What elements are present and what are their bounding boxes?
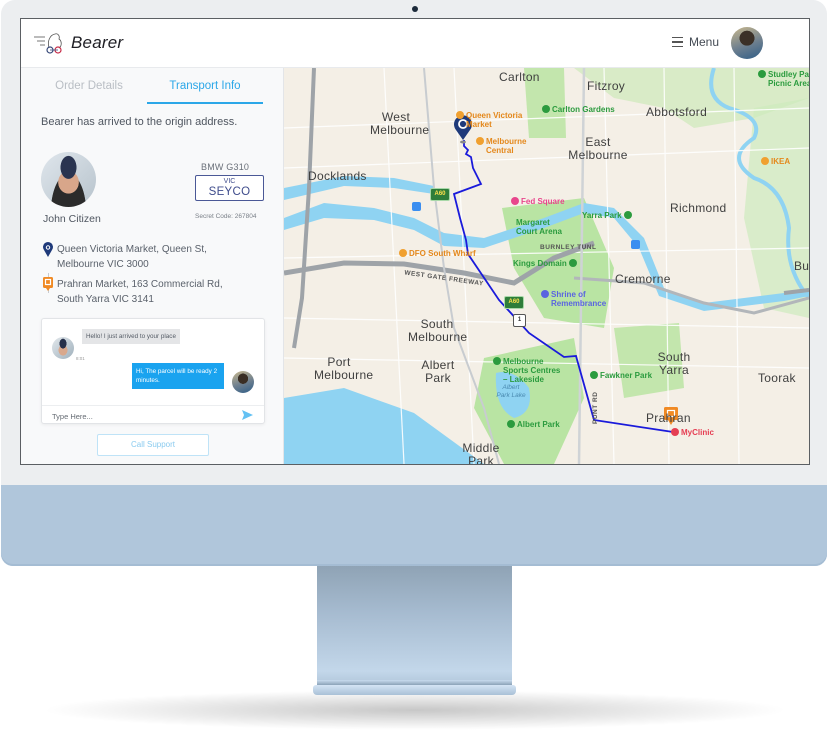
shopping-icon: [456, 111, 464, 119]
road-label-burnley-tunnel: BURNLEY TUNL: [540, 244, 597, 251]
chat-message-incoming: Hello! I just arrived to your place: [82, 329, 180, 344]
map-label-fitzroy: Fitzroy: [587, 79, 626, 93]
tab-transport-info[interactable]: Transport Info: [147, 68, 263, 104]
route-shield-a60: A60: [504, 296, 524, 309]
poi-kings-domain[interactable]: Kings Domain: [513, 259, 579, 268]
map-label-prahran: Prahran: [646, 411, 691, 425]
poi-ikea[interactable]: IKEA: [761, 157, 790, 166]
driver-name: John Citizen: [43, 213, 101, 225]
map-label-carlton: Carlton: [499, 70, 540, 84]
map-label-toorak: Toorak: [758, 371, 796, 385]
call-support-button[interactable]: Call Support: [97, 434, 209, 456]
destination-pin-icon: [43, 277, 53, 291]
monitor-foot: [313, 685, 516, 695]
poi-shrine-of-remembrance[interactable]: Shrine of Remembrance: [541, 290, 611, 308]
chat-message-time: 8:01: [76, 356, 85, 361]
tab-order-details[interactable]: Order Details: [31, 68, 147, 104]
map-label-cremorne: Cremorne: [615, 272, 671, 286]
map-label-albert-park: Albert Park: [421, 358, 455, 385]
park-icon: [542, 105, 550, 113]
tram-stop-icon: [631, 240, 640, 249]
poi-fed-square[interactable]: Fed Square: [511, 197, 565, 206]
monitor-shadow: [40, 690, 790, 730]
bear-bike-logo-icon: [34, 33, 62, 54]
park-icon: [507, 420, 515, 428]
map-label-abbotsford: Abbotsford: [646, 105, 708, 119]
chat-panel: Hello! I just arrived to your place 8:01…: [41, 318, 265, 424]
landmark-icon: [511, 197, 519, 205]
map-label-east-melbourne: East Melbourne: [568, 135, 628, 162]
road-label-punt-rd: PUNT RD: [592, 391, 599, 424]
poi-fawkner-park[interactable]: Fawkner Park: [590, 371, 652, 380]
medical-icon: [671, 428, 679, 436]
landmark-icon: [541, 290, 549, 298]
map-label-bu: Bu: [794, 259, 809, 273]
map-label-middle-park: Middle Park: [462, 441, 500, 465]
shopping-icon: [761, 157, 769, 165]
origin-line1: Queen Victoria Market, Queen St,: [57, 244, 207, 255]
destination-line1: Prahran Market, 163 Commercial Rd,: [57, 279, 223, 290]
vehicle-model: BMW G310: [201, 162, 250, 172]
user-avatar[interactable]: [731, 27, 763, 59]
poi-melbourne-central[interactable]: Melbourne Central: [476, 137, 532, 155]
status-message: Bearer has arrived to the origin address…: [41, 116, 238, 128]
route-shield-1: 1: [513, 314, 526, 327]
chat-input[interactable]: [50, 408, 234, 424]
park-icon: [758, 70, 766, 78]
poi-yarra-park[interactable]: Yarra Park: [582, 211, 634, 220]
park-icon: [568, 259, 577, 267]
camera-icon: [412, 6, 418, 12]
shopping-icon: [399, 249, 407, 257]
poi-dfo-south-wharf[interactable]: DFO South Wharf: [399, 249, 476, 258]
send-icon[interactable]: [242, 410, 253, 420]
origin-address: Queen Victoria Market, Queen St, Melbour…: [41, 242, 207, 272]
poi-myclinic[interactable]: MyClinic: [671, 428, 714, 437]
license-plate: VIC SEYCO: [195, 175, 264, 201]
destination-address: Prahran Market, 163 Commercial Rd, South…: [41, 277, 223, 307]
map-label-south-melbourne: South Melbourne: [408, 317, 468, 344]
route-map[interactable]: Carlton Fitzroy West Melbourne Abbotsfor…: [284, 68, 809, 464]
chat-message-outgoing: Hi, The parcel will be ready 2 minutes.: [132, 363, 224, 389]
driver-chat-avatar: [52, 337, 74, 359]
monitor: Bearer Menu Order Details Transport Info…: [0, 0, 828, 566]
map-label-richmond: Richmond: [670, 201, 727, 215]
tram-stop-icon: [412, 202, 421, 211]
poi-studley-park[interactable]: Studley Park Picnic Area: [758, 70, 809, 88]
tab-bar: Order Details Transport Info: [31, 68, 263, 104]
poi-queen-victoria-market[interactable]: Queen Victoria Market: [456, 111, 526, 129]
plate-state: VIC: [223, 178, 236, 185]
user-chat-avatar: [232, 371, 254, 393]
brand-logo[interactable]: Bearer: [33, 31, 123, 55]
poi-margaret-court-arena[interactable]: Margaret Court Arena: [516, 218, 564, 236]
shopping-icon: [476, 137, 484, 145]
menu-button[interactable]: Menu: [672, 35, 719, 49]
chat-input-bar: [42, 405, 264, 424]
secret-code: Secret Code: 267804: [195, 213, 257, 220]
destination-line2: South Yarra VIC 3141: [57, 294, 154, 305]
poi-carlton-gardens[interactable]: Carlton Gardens: [542, 105, 615, 114]
app-screen: Bearer Menu Order Details Transport Info…: [20, 18, 810, 465]
top-bar: Bearer Menu: [21, 19, 809, 68]
park-icon: [590, 371, 598, 379]
map-label-port-melbourne: Port Melbourne: [314, 355, 374, 382]
plate-number: SEYCO: [208, 186, 251, 198]
albert-park-lake-label: Albert Park Lake: [496, 384, 526, 399]
origin-pin-icon: [43, 242, 53, 257]
monitor-chin: [1, 485, 827, 566]
sports-icon: [493, 357, 501, 365]
map-label-west-melbourne: West Melbourne: [370, 110, 430, 137]
brand-name: Bearer: [71, 33, 124, 52]
monitor-stand: [317, 566, 512, 683]
map-label-south-yarra: South Yarra: [657, 350, 691, 377]
park-icon: [623, 211, 632, 219]
hamburger-icon: [672, 37, 683, 47]
driver-avatar: [41, 152, 96, 207]
side-panel: Order Details Transport Info Bearer has …: [21, 68, 284, 464]
menu-label: Menu: [689, 35, 720, 49]
origin-line2: Melbourne VIC 3000: [57, 259, 149, 270]
poi-msac[interactable]: Melbourne Sports Centres – Lakeside: [493, 357, 567, 384]
route-shield-a60: A60: [430, 188, 450, 201]
map-label-docklands: Docklands: [308, 169, 367, 183]
poi-albert-park[interactable]: Albert Park: [507, 420, 560, 429]
